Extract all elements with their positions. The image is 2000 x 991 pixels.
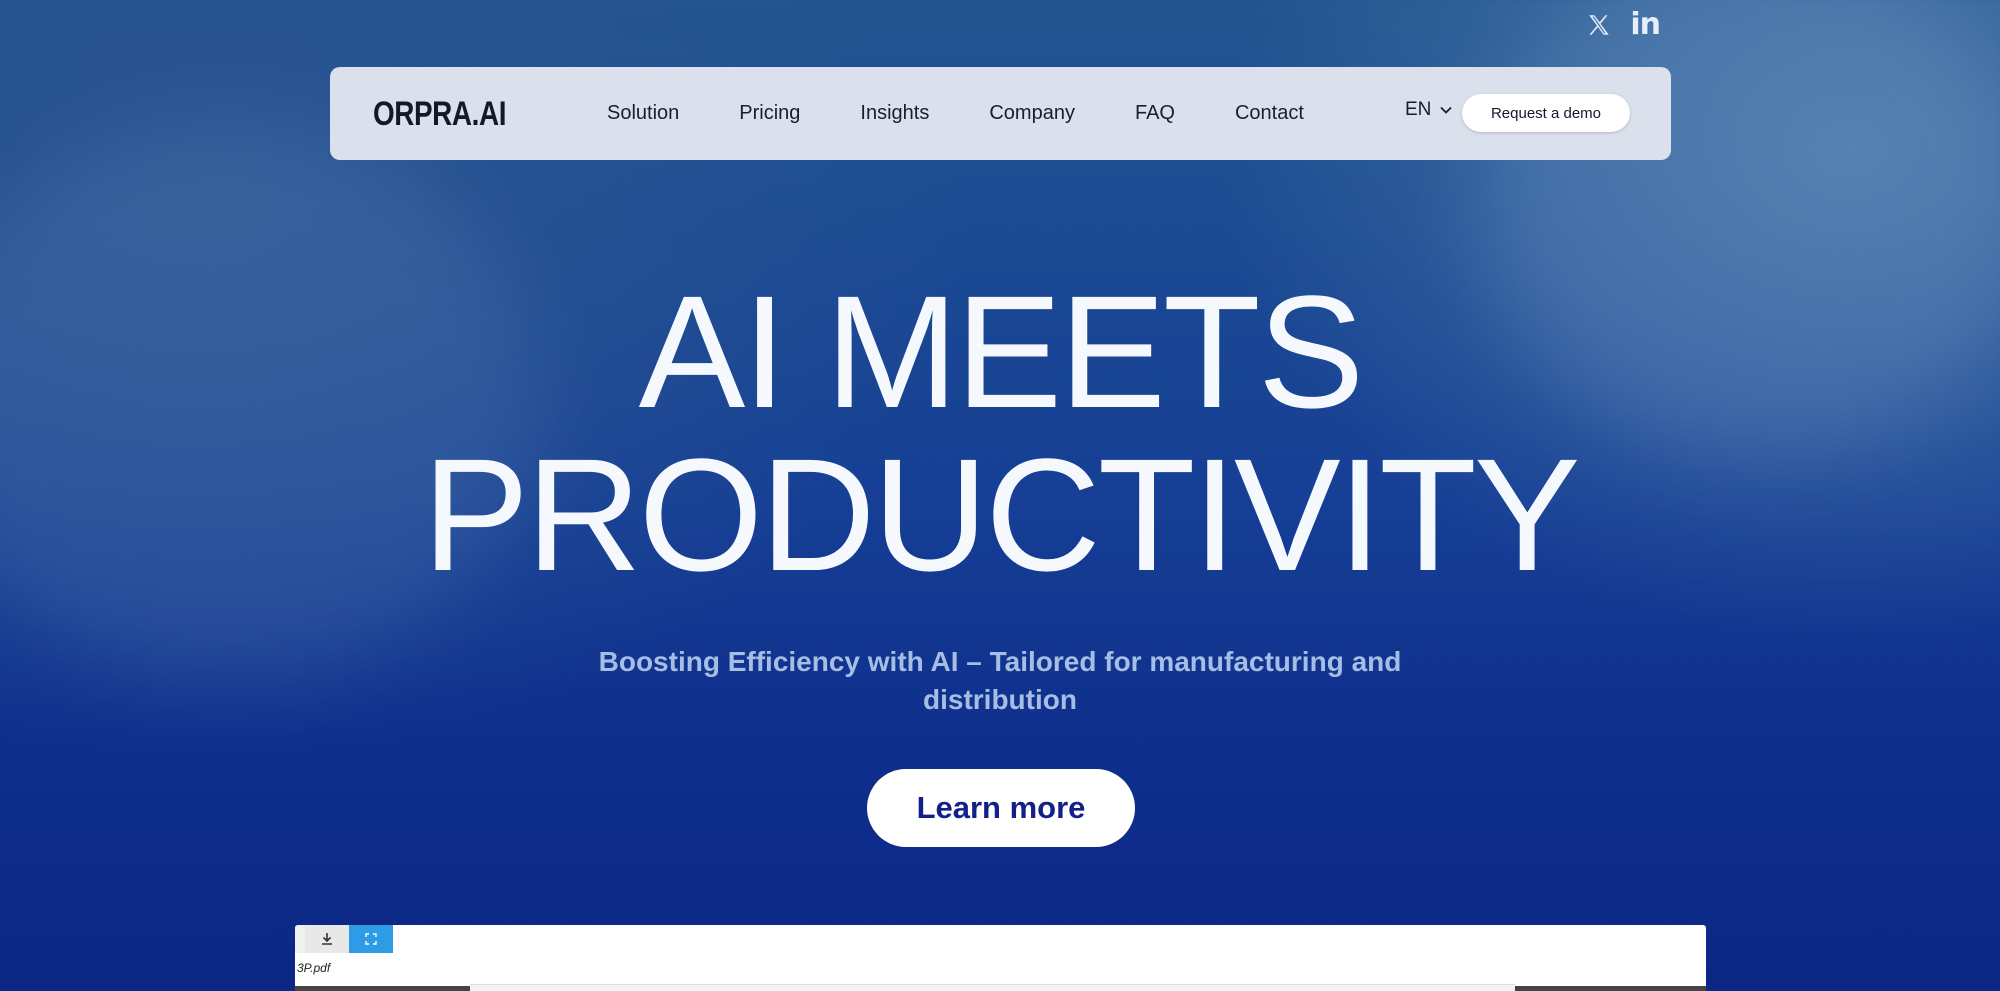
pdf-viewer-edge-left <box>295 986 470 991</box>
nav-item-contact[interactable]: Contact <box>1235 102 1304 125</box>
nav-item-pricing[interactable]: Pricing <box>739 102 800 125</box>
nav-links: Solution Pricing Insights Company FAQ Co… <box>607 67 1364 160</box>
social-links: in <box>1586 10 1661 40</box>
pdf-filename: 3P.pdf <box>297 961 331 975</box>
pdf-viewer-toolbar <box>295 925 393 955</box>
linkedin-icon[interactable]: in <box>1630 10 1661 40</box>
nav-item-insights[interactable]: Insights <box>860 102 929 125</box>
nav-item-company[interactable]: Company <box>989 102 1075 125</box>
toolbar-spacer <box>295 925 305 953</box>
learn-more-button[interactable]: Learn more <box>867 769 1135 847</box>
download-button[interactable] <box>305 925 349 953</box>
language-selector[interactable]: EN <box>1405 99 1453 121</box>
pdf-page[interactable] <box>470 984 1515 991</box>
language-label: EN <box>1405 99 1432 120</box>
hero-title-line1: AI MEETS <box>638 262 1365 441</box>
logo[interactable]: ORPRA.AI <box>373 95 506 134</box>
nav-item-solution[interactable]: Solution <box>607 102 679 125</box>
hero-title-line2: PRODUCTIVITY <box>422 425 1580 604</box>
pdf-viewer: 3P.pdf <box>295 925 1706 991</box>
nav-item-faq[interactable]: FAQ <box>1135 102 1175 125</box>
pdf-viewer-edge-right <box>1515 986 1706 991</box>
hero-subtitle: Boosting Efficiency with AI – Tailored f… <box>598 646 1402 715</box>
x-icon[interactable] <box>1586 12 1612 38</box>
request-demo-button[interactable]: Request a demo <box>1462 94 1630 132</box>
fullscreen-button[interactable] <box>349 925 393 953</box>
fullscreen-icon <box>365 933 377 945</box>
navbar: ORPRA.AI Solution Pricing Insights Compa… <box>330 67 1671 160</box>
hero-title: AI MEETS PRODUCTIVITY <box>0 272 2000 595</box>
download-icon <box>322 933 332 945</box>
chevron-down-icon <box>1440 106 1453 114</box>
